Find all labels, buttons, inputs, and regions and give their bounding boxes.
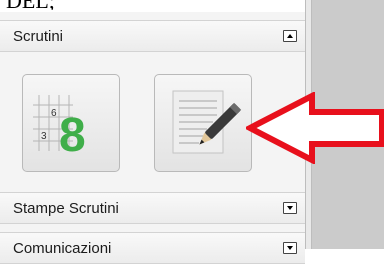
section-label-stampe-scrutini: Stampe Scrutini [13, 200, 119, 217]
collapse-icon[interactable] [283, 30, 297, 42]
section-header-stampe-scrutini[interactable]: Stampe Scrutini [0, 192, 305, 224]
section-header-comunicazioni[interactable]: Comunicazioni [0, 232, 305, 264]
grade-digit-six: 6 [51, 108, 57, 119]
expand-icon[interactable] [283, 242, 297, 254]
section-label-scrutini: Scrutini [13, 28, 64, 45]
scrutini-edit-tile[interactable] [154, 74, 252, 172]
edit-document-icon [172, 90, 242, 154]
grade-digit-eight: 8 [59, 109, 86, 162]
pointer-arrow-icon [246, 92, 384, 164]
grades-grid-icon: 6 3 8 [33, 95, 86, 162]
grade-digit-three: 3 [41, 131, 47, 142]
top-text-fragment: DEL; [0, 0, 120, 10]
section-header-scrutini[interactable]: Scrutini [0, 20, 305, 52]
expand-icon[interactable] [283, 202, 297, 214]
top-text: DEL; [6, 0, 55, 10]
scrutini-grades-tile[interactable]: 6 3 8 [22, 74, 120, 172]
